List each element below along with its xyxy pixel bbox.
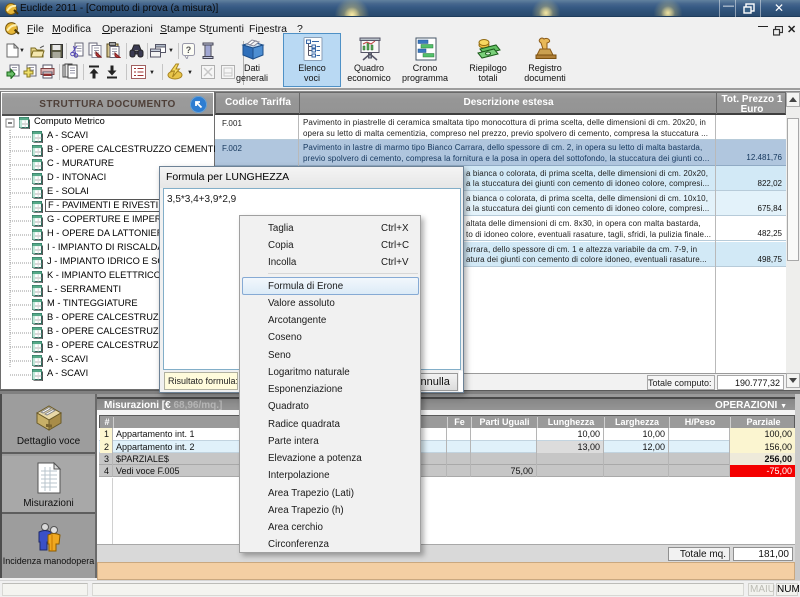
svg-text:?: ?: [186, 45, 192, 55]
